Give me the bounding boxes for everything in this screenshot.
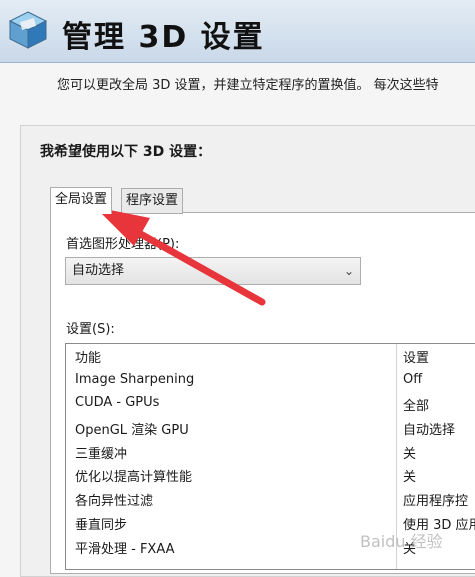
watermark: Baidu 经验 bbox=[360, 532, 443, 551]
table-row[interactable]: OpenGL 渲染 GPU 自动选择 bbox=[66, 416, 475, 439]
feature-name: Image Sharpening bbox=[75, 372, 195, 387]
feature-name: 优化以提高计算性能 bbox=[75, 470, 193, 485]
feature-name: OpenGL 渲染 GPU bbox=[75, 423, 189, 438]
column-header-feature[interactable]: 功能 bbox=[75, 347, 101, 366]
tab-global-settings[interactable]: 全局设置 bbox=[50, 187, 113, 214]
3d-cube-icon bbox=[8, 11, 48, 49]
section-title: 我希望使用以下 3D 设置： bbox=[40, 144, 212, 160]
table-row[interactable]: 各向异性过滤 应用程序控 bbox=[66, 487, 475, 510]
table-row[interactable]: 三重缓冲 关 bbox=[66, 440, 475, 463]
table-row[interactable]: CUDA - GPUs 全部 bbox=[66, 392, 475, 415]
feature-name: 各向异性过滤 bbox=[75, 494, 154, 509]
page-title: 管理 3D 设置 bbox=[62, 20, 265, 55]
page-description: 您可以更改全局 3D 设置，并建立特定程序的置换值。 每次这些特 bbox=[57, 78, 439, 93]
tab-program-settings[interactable]: 程序设置 bbox=[121, 188, 184, 214]
feature-name: 垂直同步 bbox=[75, 518, 128, 533]
settings-label: 设置(S): bbox=[66, 322, 115, 337]
chevron-down-icon: ⌄ bbox=[343, 264, 354, 278]
setting-value: 全部 bbox=[403, 399, 430, 414]
window-header: 管理 3D 设置 bbox=[0, 0, 475, 63]
table-row[interactable]: 优化以提高计算性能 关 bbox=[66, 463, 475, 486]
preferred-processor-dropdown[interactable]: 自动选择 ⌄ bbox=[65, 257, 361, 285]
setting-value: 关 bbox=[403, 470, 417, 485]
setting-value: 关 bbox=[403, 447, 417, 462]
column-header-setting[interactable]: 设置 bbox=[403, 347, 429, 366]
setting-value: 应用程序控 bbox=[403, 494, 469, 509]
preferred-processor-label: 首选图形处理器(P): bbox=[66, 237, 180, 252]
table-row[interactable]: Image Sharpening Off bbox=[66, 369, 475, 392]
feature-name: 平滑处理 - FXAA bbox=[75, 542, 175, 557]
setting-value: 自动选择 bbox=[403, 423, 456, 438]
feature-name: 三重缓冲 bbox=[75, 447, 128, 462]
feature-name: CUDA - GPUs bbox=[75, 395, 160, 410]
dropdown-value: 自动选择 bbox=[72, 263, 125, 278]
setting-value: Off bbox=[403, 372, 423, 387]
